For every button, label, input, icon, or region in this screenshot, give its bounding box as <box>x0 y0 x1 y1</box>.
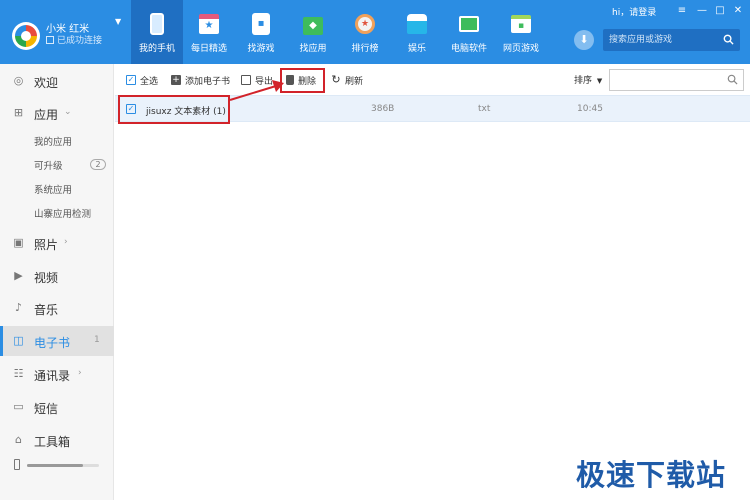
annotation-arrow <box>229 80 284 101</box>
watermark: 极速下载站 <box>576 458 727 492</box>
